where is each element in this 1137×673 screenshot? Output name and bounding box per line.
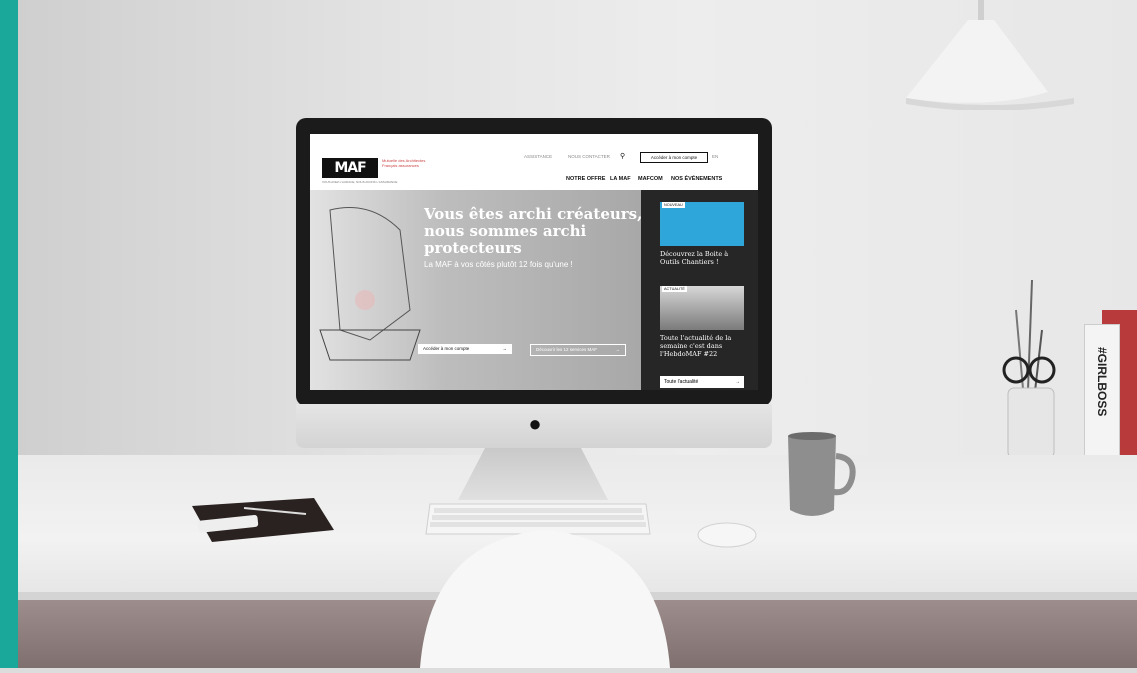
hero-title: Vous êtes archi créateurs, nous sommes a… (424, 205, 643, 257)
hero-account-label: Accéder à mon compte (423, 346, 470, 351)
arrow-right-icon: → (502, 346, 508, 351)
card-text[interactable]: Toute l'actualité de la semaine c'est da… (660, 334, 748, 358)
nav-mafcom[interactable]: MAFCOM (638, 176, 663, 182)
lang-button[interactable]: EN (712, 154, 718, 159)
news-sidebar: NOUVEAU Découvrez la Boite à Outils Chan… (641, 190, 758, 390)
hero-services-label: Découvrir les 12 services MAF (536, 347, 598, 352)
nav-evenements[interactable]: NOS ÉVÉNEMENTS (671, 176, 722, 182)
website-screen: MAF Mutuelle des Architectes Français as… (310, 134, 758, 390)
card-badge: ACTUALITÉ (662, 286, 687, 292)
pen-holder-plant (990, 270, 1070, 470)
book-spine-text: #GIRLBOSS (1095, 347, 1109, 417)
account-button[interactable]: Accéder à mon compte (640, 152, 708, 163)
teal-accent-bar (0, 0, 18, 668)
hero-account-button[interactable]: Accéder à mon compte → (418, 344, 512, 354)
nav-la-maf[interactable]: LA MAF (610, 176, 631, 182)
card-badge: NOUVEAU (662, 202, 685, 208)
chair (380, 520, 710, 668)
site-header: MAF Mutuelle des Architectes Français as… (310, 134, 758, 190)
coffee-mug (786, 432, 856, 518)
card-image-books[interactable]: ACTUALITÉ (660, 286, 744, 330)
tagline: VOUS AVEZ L'AUDACE, NOUS AVONS L'ASSURAN… (322, 180, 398, 184)
logo-subtitle: Mutuelle des Architectes Français assura… (382, 158, 426, 168)
notebook-with-phone (186, 494, 336, 554)
arrow-right-icon: → (615, 347, 621, 352)
pendant-lamp (906, 0, 1074, 110)
hero-illustration (319, 207, 421, 361)
contact-link[interactable]: NOUS CONTACTER (568, 154, 610, 159)
hero-services-button[interactable]: Découvrir les 12 services MAF → (530, 344, 626, 356)
search-icon[interactable]: ⚲ (620, 152, 625, 160)
all-news-button[interactable]: Toute l'actualité → (660, 376, 744, 388)
arrow-right-icon: → (735, 379, 740, 385)
assistance-link[interactable]: ASSISTANCE (524, 154, 552, 159)
card-text[interactable]: Découvrez la Boite à Outils Chantiers ! (660, 250, 748, 266)
all-news-label: Toute l'actualité (664, 379, 699, 385)
nav-notre-offre[interactable]: NOTRE OFFRE (566, 176, 605, 182)
card-image-tools[interactable]: NOUVEAU (660, 202, 744, 246)
hero-subtitle: La MAF à vos côtés plutôt 12 fois qu'une… (424, 260, 573, 269)
apple-icon: ● (528, 411, 542, 436)
maf-logo[interactable]: MAF (322, 158, 378, 178)
